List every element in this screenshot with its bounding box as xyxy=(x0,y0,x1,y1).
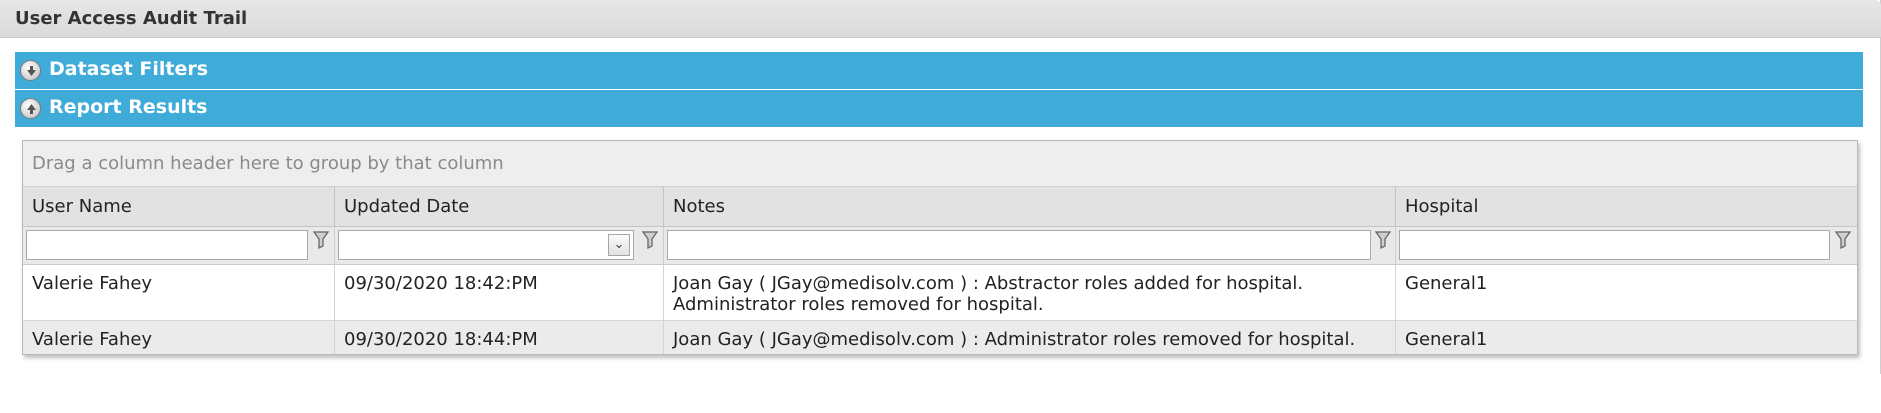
updated-date-filter-input[interactable] xyxy=(338,230,634,260)
cell-text: 09/30/2020 18:44:PM xyxy=(344,329,538,350)
filter-cell-updated-date: ⌄ xyxy=(335,227,664,265)
hospital-filter-input[interactable] xyxy=(1399,230,1830,260)
cell-hospital: General1 xyxy=(1396,265,1857,320)
report-results-bar[interactable]: Report Results xyxy=(15,90,1863,127)
cell-text: General1 xyxy=(1405,273,1488,294)
cell-text: Valerie Fahey xyxy=(32,273,153,294)
filter-cell-notes xyxy=(664,227,1396,265)
funnel-filter-icon[interactable] xyxy=(1834,230,1852,250)
column-header-label: User Name xyxy=(32,196,132,217)
cell-text: General1 xyxy=(1405,329,1488,350)
column-header-label: Hospital xyxy=(1405,196,1479,217)
funnel-filter-icon[interactable] xyxy=(1374,230,1392,250)
table-row[interactable]: Valerie Fahey 09/30/2020 18:44:PM Joan G… xyxy=(23,321,1857,354)
column-header-notes[interactable]: Notes xyxy=(664,187,1396,227)
dataset-filters-bar[interactable]: Dataset Filters xyxy=(15,52,1863,89)
group-by-panel[interactable]: Drag a column header here to group by th… xyxy=(23,141,1857,187)
cell-text: Joan Gay ( JGay@medisolv.com ) : Adminis… xyxy=(673,329,1356,350)
dataset-filters-label: Dataset Filters xyxy=(49,58,209,80)
cell-text-line2: Administrator roles removed for hospital… xyxy=(673,294,1044,315)
cell-updated-date: 09/30/2020 18:42:PM xyxy=(335,265,664,320)
cell-text: Joan Gay ( JGay@medisolv.com ) : Abstrac… xyxy=(673,273,1304,294)
report-results-label: Report Results xyxy=(49,96,208,118)
expand-down-icon[interactable] xyxy=(20,60,41,81)
report-panel: User Access Audit Trail Dataset Filters … xyxy=(0,0,1881,374)
filter-cell-user-name xyxy=(23,227,335,265)
cell-notes: Joan Gay ( JGay@medisolv.com ) : Abstrac… xyxy=(664,265,1396,320)
cell-updated-date: 09/30/2020 18:44:PM xyxy=(335,321,664,354)
funnel-filter-icon[interactable] xyxy=(641,230,659,250)
group-by-hint: Drag a column header here to group by th… xyxy=(32,153,504,174)
filter-row: ⌄ xyxy=(23,227,1857,265)
table-row[interactable]: Valerie Fahey 09/30/2020 18:42:PM Joan G… xyxy=(23,265,1857,321)
column-header-user-name[interactable]: User Name xyxy=(23,187,335,227)
results-grid: Drag a column header here to group by th… xyxy=(22,140,1858,355)
column-header-updated-date[interactable]: Updated Date xyxy=(335,187,664,227)
cell-user-name: Valerie Fahey xyxy=(23,265,335,320)
cell-user-name: Valerie Fahey xyxy=(23,321,335,354)
cell-text: Valerie Fahey xyxy=(32,329,153,350)
cell-hospital: General1 xyxy=(1396,321,1857,354)
title-bar: User Access Audit Trail xyxy=(0,0,1881,38)
column-header-label: Updated Date xyxy=(344,196,470,217)
user-name-filter-input[interactable] xyxy=(26,230,308,260)
collapse-up-icon[interactable] xyxy=(20,98,41,119)
notes-filter-input[interactable] xyxy=(667,230,1371,260)
chevron-down-icon[interactable]: ⌄ xyxy=(608,234,630,256)
funnel-filter-icon[interactable] xyxy=(312,230,330,250)
cell-text: 09/30/2020 18:42:PM xyxy=(344,273,538,294)
column-header-hospital[interactable]: Hospital xyxy=(1396,187,1857,227)
column-header-label: Notes xyxy=(673,196,725,217)
filter-cell-hospital xyxy=(1396,227,1857,265)
cell-notes: Joan Gay ( JGay@medisolv.com ) : Adminis… xyxy=(664,321,1396,354)
page-title: User Access Audit Trail xyxy=(15,8,248,29)
